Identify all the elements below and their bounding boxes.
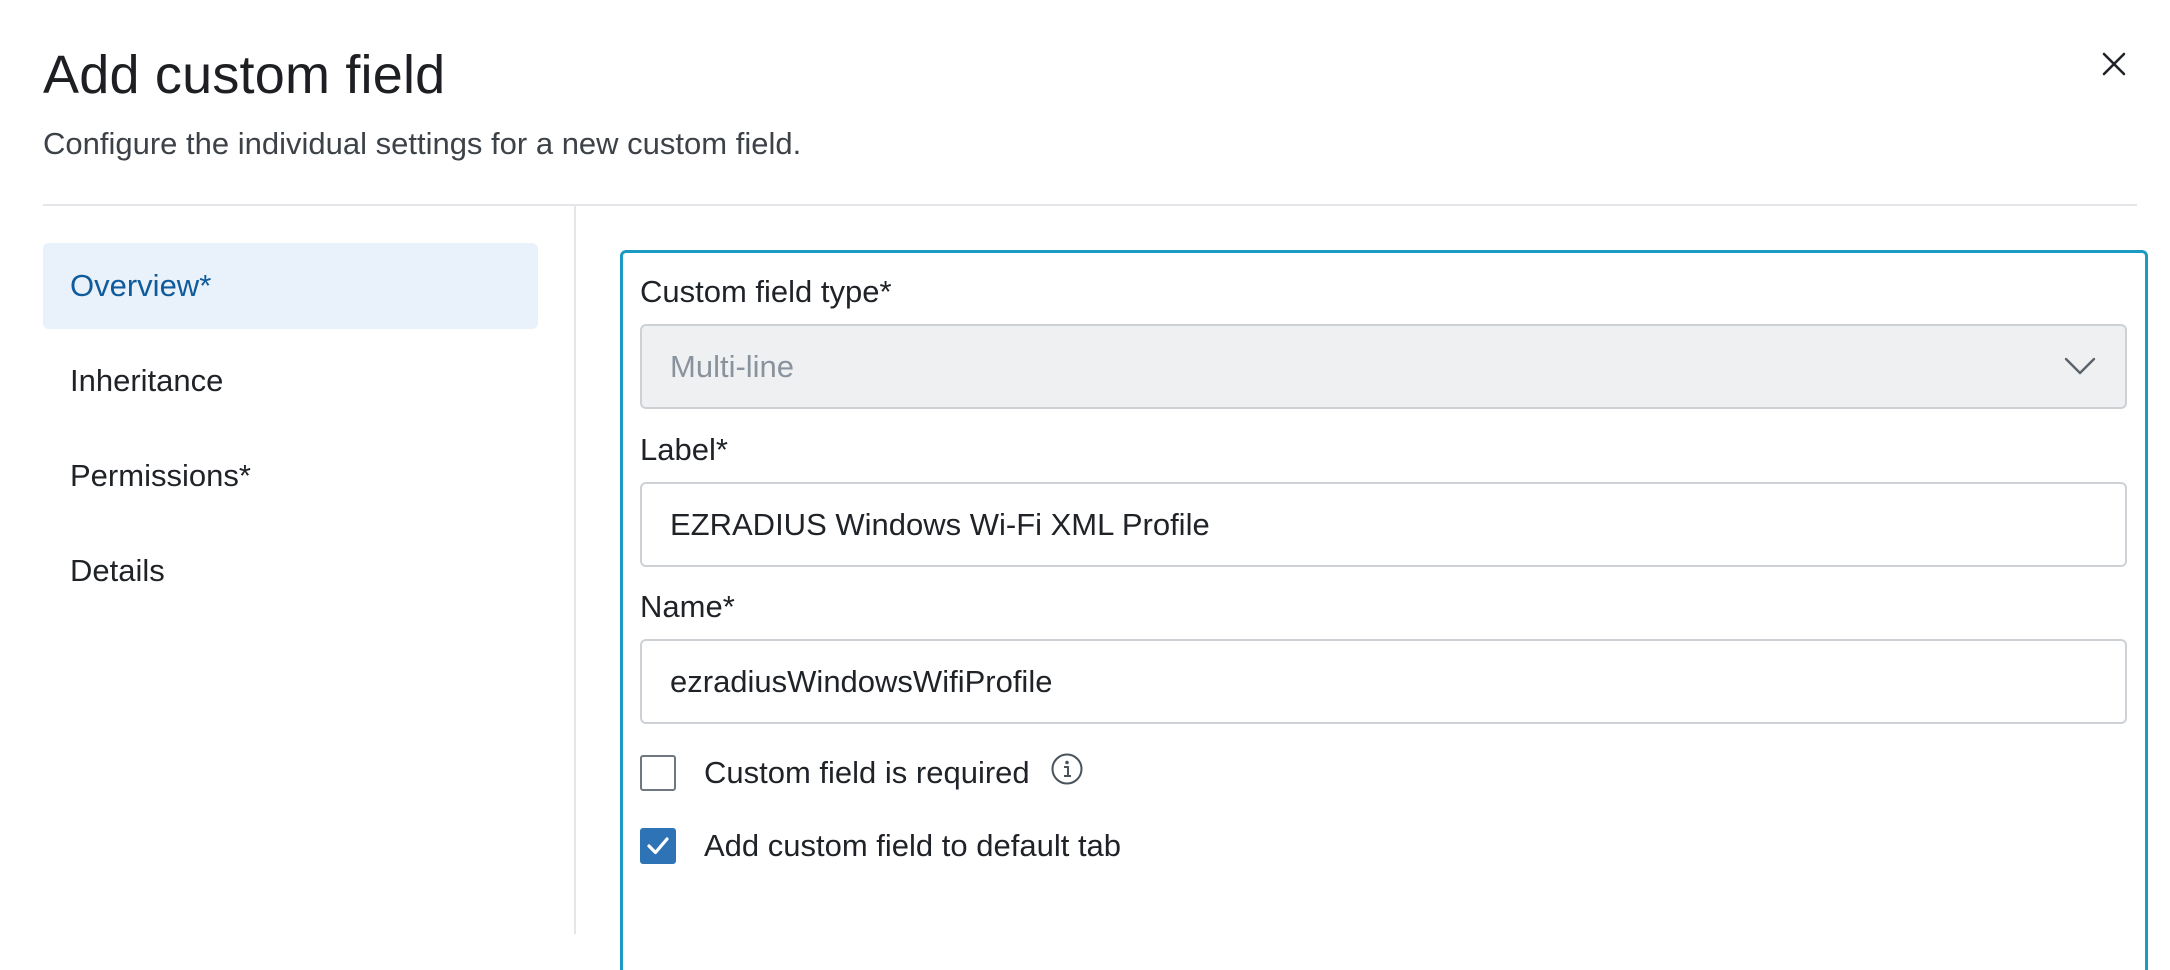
required-checkbox-row: Custom field is required [640,753,1084,793]
header-divider [43,204,2137,206]
sidebar-item-label: Overview* [70,268,212,303]
sidebar-item-permissions[interactable]: Permissions* [43,433,538,519]
chevron-down-icon [2064,357,2096,375]
sidebar-item-overview[interactable]: Overview* [43,243,538,329]
sidebar-divider [574,206,576,934]
dialog-subtitle: Configure the individual settings for a … [43,126,802,161]
label-field-value: EZRADIUS Windows Wi-Fi XML Profile [670,506,1210,542]
default-tab-checkbox[interactable] [640,828,676,864]
required-checkbox[interactable] [640,755,676,791]
info-icon[interactable] [1050,752,1084,786]
required-checkbox-label: Custom field is required [704,755,1030,790]
name-field-value: ezradiusWindowsWifiProfile [670,663,1053,699]
label-field-input[interactable]: EZRADIUS Windows Wi-Fi XML Profile [640,482,2127,567]
sidebar-item-label: Inheritance [70,363,224,398]
close-button[interactable] [2096,46,2132,82]
name-field-label: Name* [640,589,735,624]
checkmark-icon [647,837,669,855]
custom-field-type-label: Custom field type* [640,274,892,309]
name-field-input[interactable]: ezradiusWindowsWifiProfile [640,639,2127,724]
dialog-title: Add custom field [43,45,446,105]
close-icon [2102,52,2126,76]
default-tab-checkbox-label: Add custom field to default tab [704,828,1122,863]
label-field-label: Label* [640,432,728,467]
sidebar-item-label: Details [70,553,165,588]
default-tab-checkbox-row: Add custom field to default tab [640,826,1121,866]
custom-field-type-select[interactable]: Multi-line [640,324,2127,409]
sidebar-item-label: Permissions* [70,458,251,493]
sidebar-item-details[interactable]: Details [43,528,538,614]
sidebar-item-inheritance[interactable]: Inheritance [43,338,538,424]
custom-field-type-value: Multi-line [670,348,795,384]
